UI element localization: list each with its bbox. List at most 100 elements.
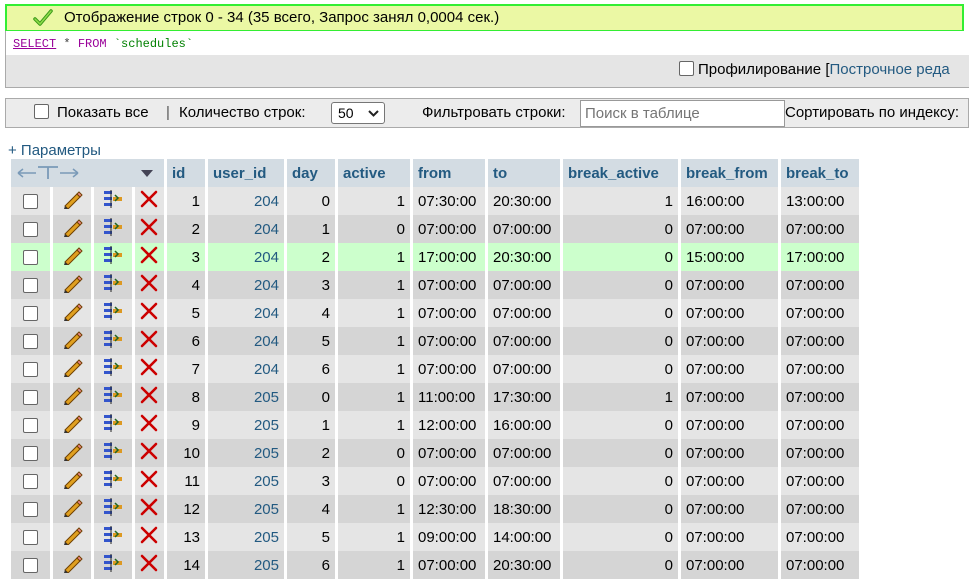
column-header-break-active[interactable]: break_active <box>563 159 678 187</box>
edit-row-cell[interactable] <box>52 355 91 383</box>
pencil-icon[interactable] <box>61 525 83 546</box>
table-row[interactable]: 8 205 0 1 11:00:00 17:30:00 1 07:00:00 07:00:00 <box>11 383 859 411</box>
copy-row-cell[interactable] <box>93 243 132 271</box>
copy-row-cell[interactable] <box>93 439 132 467</box>
edit-row-cell[interactable] <box>52 411 91 439</box>
red-x-icon[interactable] <box>139 441 159 461</box>
row-checkbox[interactable] <box>22 474 38 490</box>
table-row[interactable]: 3 204 2 1 17:00:00 20:30:00 0 15:00:00 17:00:00 <box>11 243 859 271</box>
row-checkbox-cell[interactable] <box>11 523 50 551</box>
row-checkbox[interactable] <box>22 250 38 266</box>
insert-copy-icon[interactable] <box>102 525 124 545</box>
edit-row-cell[interactable] <box>52 523 91 551</box>
pencil-icon[interactable] <box>61 357 83 378</box>
table-row[interactable]: 5 204 4 1 07:00:00 07:00:00 0 07:00:00 07:00:00 <box>11 299 859 327</box>
delete-row-cell[interactable] <box>134 271 164 299</box>
red-x-icon[interactable] <box>139 217 159 237</box>
insert-copy-icon[interactable] <box>102 385 124 405</box>
row-checkbox[interactable] <box>22 390 38 406</box>
delete-row-cell[interactable] <box>134 467 164 495</box>
delete-row-cell[interactable] <box>134 187 164 215</box>
delete-row-cell[interactable] <box>134 495 164 523</box>
copy-row-cell[interactable] <box>93 327 132 355</box>
pencil-icon[interactable] <box>61 385 83 406</box>
table-row[interactable]: 7 204 6 1 07:00:00 07:00:00 0 07:00:00 07:00:00 <box>11 355 859 383</box>
edit-row-cell[interactable] <box>52 243 91 271</box>
edit-row-cell[interactable] <box>52 271 91 299</box>
row-checkbox-cell[interactable] <box>11 271 50 299</box>
cell-user-id[interactable]: 205 <box>208 383 284 411</box>
insert-copy-icon[interactable] <box>102 553 124 573</box>
copy-row-cell[interactable] <box>93 495 132 523</box>
insert-copy-icon[interactable] <box>102 357 124 377</box>
red-x-icon[interactable] <box>139 497 159 517</box>
show-all-checkbox[interactable] <box>34 104 49 119</box>
row-checkbox-cell[interactable] <box>11 215 50 243</box>
row-checkbox[interactable] <box>22 362 38 378</box>
insert-copy-icon[interactable] <box>102 497 124 517</box>
row-checkbox-cell[interactable] <box>11 467 50 495</box>
copy-row-cell[interactable] <box>93 271 132 299</box>
pencil-icon[interactable] <box>61 217 83 238</box>
row-checkbox[interactable] <box>22 278 38 294</box>
rows-count-select[interactable]: 50 <box>331 102 385 124</box>
insert-copy-icon[interactable] <box>102 301 124 321</box>
cell-user-id[interactable]: 205 <box>208 411 284 439</box>
copy-row-cell[interactable] <box>93 383 132 411</box>
inline-edit-link[interactable]: Построчное реда <box>830 61 950 78</box>
row-checkbox-cell[interactable] <box>11 439 50 467</box>
copy-row-cell[interactable] <box>93 411 132 439</box>
cell-user-id[interactable]: 205 <box>208 495 284 523</box>
pencil-icon[interactable] <box>61 301 83 322</box>
table-row[interactable]: 14 205 6 1 07:00:00 20:30:00 0 07:00:00 07:00:00 <box>11 551 859 579</box>
cell-user-id[interactable]: 204 <box>208 271 284 299</box>
edit-row-cell[interactable] <box>52 495 91 523</box>
cell-user-id[interactable]: 204 <box>208 243 284 271</box>
triangle-down-icon[interactable] <box>140 169 154 178</box>
table-row[interactable]: 13 205 5 1 09:00:00 14:00:00 0 07:00:00 07:00:00 <box>11 523 859 551</box>
table-row[interactable]: 12 205 4 1 12:30:00 18:30:00 0 07:00:00 07:00:00 <box>11 495 859 523</box>
red-x-icon[interactable] <box>139 469 159 489</box>
table-search-input[interactable]: Поиск в таблице <box>580 100 785 127</box>
pencil-icon[interactable] <box>61 273 83 294</box>
table-row[interactable]: 1 204 0 1 07:30:00 20:30:00 1 16:00:00 13:00:00 <box>11 187 859 215</box>
table-row[interactable]: 11 205 3 0 07:00:00 07:00:00 0 07:00:00 07:00:00 <box>11 467 859 495</box>
copy-row-cell[interactable] <box>93 299 132 327</box>
copy-row-cell[interactable] <box>93 523 132 551</box>
row-checkbox-cell[interactable] <box>11 551 50 579</box>
cell-user-id[interactable]: 205 <box>208 551 284 579</box>
column-header-user-id[interactable]: user_id <box>208 159 284 187</box>
column-header-break-from[interactable]: break_from <box>681 159 778 187</box>
insert-copy-icon[interactable] <box>102 469 124 489</box>
red-x-icon[interactable] <box>139 413 159 433</box>
delete-row-cell[interactable] <box>134 327 164 355</box>
row-checkbox-cell[interactable] <box>11 411 50 439</box>
insert-copy-icon[interactable] <box>102 329 124 349</box>
red-x-icon[interactable] <box>139 273 159 293</box>
row-checkbox[interactable] <box>22 530 38 546</box>
profiling-checkbox[interactable] <box>679 61 694 76</box>
row-checkbox[interactable] <box>22 502 38 518</box>
cell-user-id[interactable]: 205 <box>208 439 284 467</box>
edit-row-cell[interactable] <box>52 187 91 215</box>
delete-row-cell[interactable] <box>134 383 164 411</box>
insert-copy-icon[interactable] <box>102 217 124 237</box>
red-x-icon[interactable] <box>139 525 159 545</box>
row-checkbox[interactable] <box>22 194 38 210</box>
edit-row-cell[interactable] <box>52 327 91 355</box>
delete-row-cell[interactable] <box>134 551 164 579</box>
copy-row-cell[interactable] <box>93 551 132 579</box>
cell-user-id[interactable]: 204 <box>208 187 284 215</box>
copy-row-cell[interactable] <box>93 355 132 383</box>
pencil-icon[interactable] <box>61 497 83 518</box>
row-checkbox[interactable] <box>22 306 38 322</box>
red-x-icon[interactable] <box>139 245 159 265</box>
edit-row-cell[interactable] <box>52 467 91 495</box>
cell-user-id[interactable]: 204 <box>208 355 284 383</box>
red-x-icon[interactable] <box>139 301 159 321</box>
table-row[interactable]: 6 204 5 1 07:00:00 07:00:00 0 07:00:00 07:00:00 <box>11 327 859 355</box>
red-x-icon[interactable] <box>139 553 159 573</box>
delete-row-cell[interactable] <box>134 411 164 439</box>
delete-row-cell[interactable] <box>134 439 164 467</box>
table-row[interactable]: 2 204 1 0 07:00:00 07:00:00 0 07:00:00 07:00:00 <box>11 215 859 243</box>
